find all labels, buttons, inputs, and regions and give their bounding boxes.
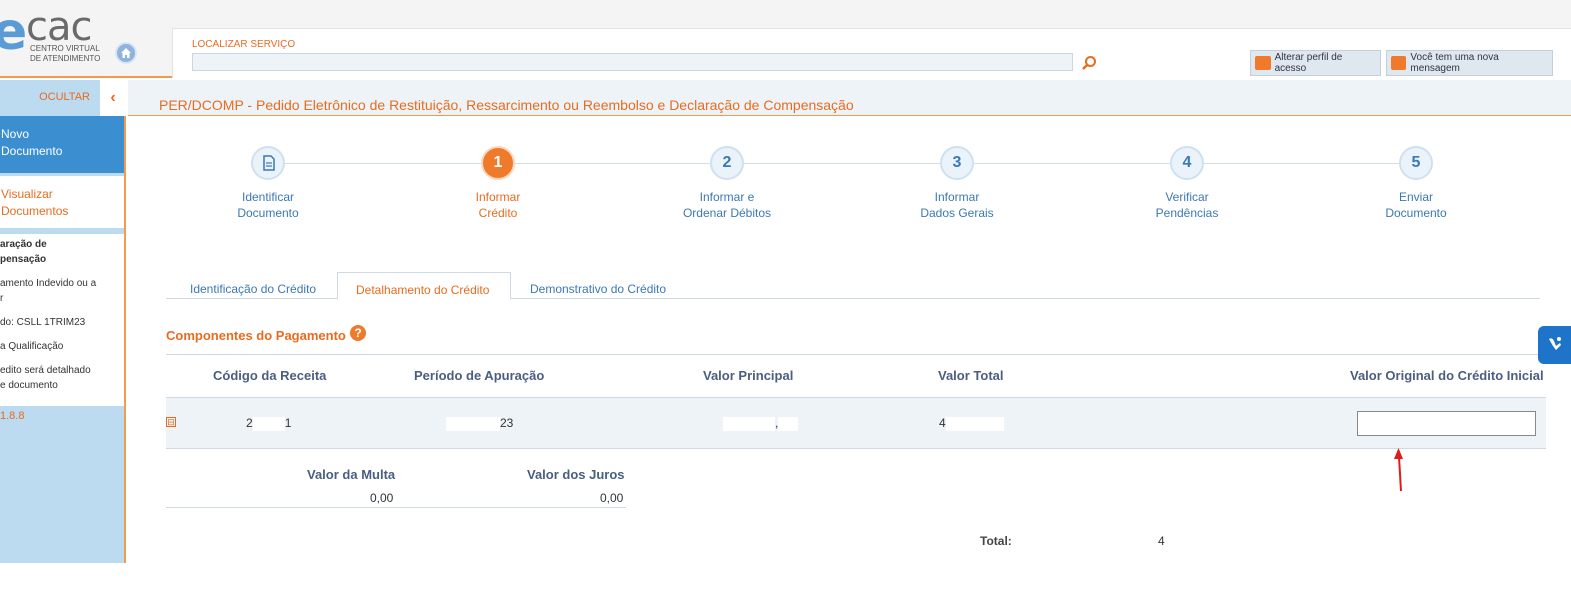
header-valor-total: Valor Total [938, 368, 1004, 383]
step-number: 1 [481, 146, 515, 180]
change-profile-button[interactable]: Alterar perfil de acesso [1250, 50, 1381, 76]
total-value-text: 4 [1158, 534, 1165, 548]
search-label: LOCALIZAR SERVIÇO [192, 39, 296, 50]
cell-valor-multa: 0,00 [370, 491, 394, 505]
list-item: a Qualificação [0, 341, 64, 352]
novo-line2: Documento [1, 144, 63, 158]
cell-total-a: 4 [939, 416, 946, 430]
cell-periodo-apuracao: 23 [446, 416, 513, 431]
collapse-icon[interactable]: ⊟ [166, 417, 176, 427]
step-label-line1: Verificar [1165, 190, 1209, 204]
hide-sidebar-label: OCULTAR [39, 91, 90, 103]
annotation-arrow [1394, 448, 1403, 492]
step-label-line1: Enviar [1398, 190, 1433, 204]
step-label-line1: Informar [475, 190, 521, 204]
tab-demonstrativo-credito[interactable]: Demonstrativo do Crédito [518, 272, 678, 299]
list-item: e documento [0, 380, 58, 391]
visualizar-line1: Visualizar [1, 187, 53, 201]
header-valor-principal: Valor Principal [703, 368, 794, 383]
step-label-line2: Crédito [478, 206, 518, 220]
logo-subtitle-1: CENTRO VIRTUAL [30, 44, 100, 53]
list-item: aração de [0, 239, 47, 250]
step-identificar-documento[interactable]: Identificar Documento [188, 146, 348, 221]
search-input[interactable] [192, 53, 1073, 71]
header-valor-multa: Valor da Multa [307, 467, 396, 482]
step-label-line2: Pendências [1155, 206, 1219, 220]
redacted-mask [1164, 534, 1217, 549]
redacted-mask [945, 416, 1004, 431]
header-valor-original-credito: Valor Original do Crédito Inicial [1350, 368, 1544, 383]
header-periodo-apuracao: Período de Apuração [414, 368, 545, 383]
list-item: r [0, 293, 4, 304]
mail-icon [1391, 56, 1407, 70]
step-enviar-documento[interactable]: 5 Enviar Documento [1336, 146, 1496, 221]
top-header: e cac CENTRO VIRTUAL DE ATENDIMENTO LOCA… [0, 0, 1571, 78]
redacted-mask [723, 416, 775, 431]
list-item: amento Indevido ou a [0, 278, 97, 289]
tab-detalhamento-credito[interactable]: Detalhamento do Crédito [337, 272, 511, 300]
header-valor-juros: Valor dos Juros [527, 467, 625, 482]
cell-codigo-receita: 21 [246, 416, 291, 431]
step-informar-ordenar-debitos[interactable]: 2 Informar e Ordenar Débitos [647, 146, 807, 221]
valor-original-credito-input[interactable] [1357, 411, 1536, 436]
cell-codigo-a: 2 [246, 416, 253, 430]
step-number: 2 [710, 146, 744, 180]
new-message-label: Você tem uma nova mensagem [1410, 52, 1499, 74]
table-header: Código da Receita Período de Apuração Va… [166, 354, 1546, 398]
step-label-line2: Documento [237, 206, 299, 220]
logo-e: e [0, 2, 27, 62]
sidebar: OCULTAR ‹ Novo Documento Visualizar Docu… [0, 80, 126, 563]
multa-juros-table: Valor da Multa Valor dos Juros 0,00 0,00 [166, 460, 626, 508]
step-label-line1: Informar [934, 190, 980, 204]
hide-sidebar-button[interactable]: OCULTAR [0, 80, 100, 116]
step-label-line2: Ordenar Débitos [682, 206, 772, 220]
sidebar-item-novo-documento[interactable]: Novo Documento [0, 116, 124, 173]
redacted-mask [252, 416, 285, 431]
users-icon [1255, 56, 1271, 70]
tab-identificacao-credito[interactable]: Identificação do Crédito [178, 272, 328, 299]
step-number: 4 [1170, 146, 1204, 180]
step-informar-credito[interactable]: 1 Informar Crédito [418, 146, 578, 221]
logo-subtitle-2: DE ATENDIMENTO [30, 54, 101, 63]
step-label-line2: Dados Gerais [920, 206, 994, 220]
redacted-mask [778, 416, 799, 431]
total-value: 4 [1158, 534, 1217, 549]
step-label-line1: Informar e [699, 190, 755, 204]
redacted-mask [446, 416, 500, 431]
document-summary-list: aração de pensação amento Indevido ou a … [0, 234, 124, 406]
step-label-line1: Identificar [241, 190, 295, 204]
step-verificar-pendencias[interactable]: 4 Verificar Pendências [1107, 146, 1267, 221]
new-message-button[interactable]: Você tem uma nova mensagem [1386, 50, 1553, 76]
help-icon[interactable]: ? [350, 325, 366, 341]
cell-valor-juros: 0,00 [600, 491, 624, 505]
chevron-left-icon[interactable]: ‹ [100, 80, 126, 116]
document-icon [251, 146, 285, 180]
cell-periodo-b: 23 [500, 416, 514, 430]
total-label: Total: [980, 534, 1012, 548]
search-icon[interactable] [1081, 55, 1097, 71]
cell-valor-principal: , [723, 416, 799, 431]
list-item: do: CSLL 1TRIM23 [0, 317, 86, 328]
cell-valor-total: 4 [939, 416, 1004, 431]
ecac-logo[interactable]: e cac CENTRO VIRTUAL DE ATENDIMENTO [0, 2, 110, 66]
step-informar-dados-gerais[interactable]: 3 Informar Dados Gerais [877, 146, 1037, 221]
visualizar-line2: Documentos [1, 204, 69, 218]
page-title: PER/DCOMP - Pedido Eletrônico de Restitu… [159, 97, 854, 113]
change-profile-label: Alterar perfil de acesso [1274, 52, 1343, 74]
list-item: pensação [0, 254, 47, 265]
table-row: ⊟ 21 23 , 4 [166, 398, 1546, 449]
step-number: 3 [940, 146, 974, 180]
step-number: 5 [1399, 146, 1433, 180]
step-label-line2: Documento [1385, 206, 1447, 220]
sidebar-item-visualizar-documentos[interactable]: Visualizar Documentos [0, 176, 124, 231]
list-item: edito será detalhado [0, 365, 91, 376]
cell-codigo-b: 1 [284, 416, 292, 430]
header-codigo-receita: Código da Receita [213, 368, 327, 383]
home-icon[interactable] [115, 42, 137, 64]
accessibility-icon[interactable] [1538, 326, 1571, 364]
title-bar: PER/DCOMP - Pedido Eletrônico de Restitu… [128, 80, 1571, 116]
section-title: Componentes do Pagamento [166, 328, 346, 343]
version-label: 1.8.8 [0, 410, 25, 422]
novo-line1: Novo [1, 127, 30, 141]
